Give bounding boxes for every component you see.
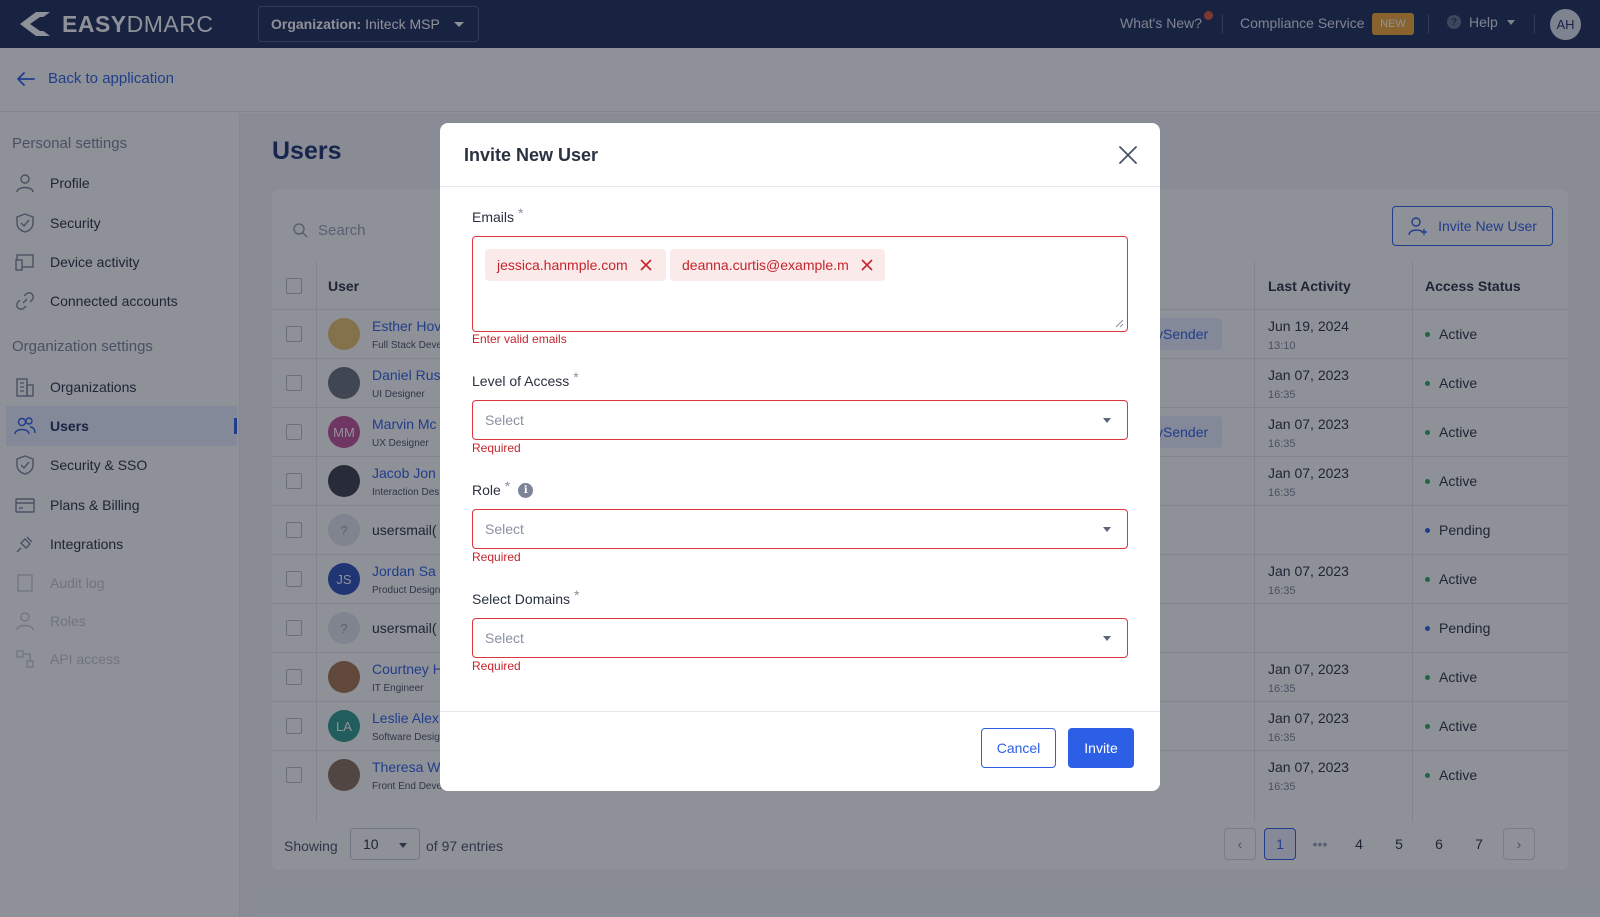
email-tag-text: deanna.curtis@example.m bbox=[682, 257, 849, 273]
select-placeholder: Select bbox=[485, 630, 524, 646]
invite-user-modal: Invite New User Emails * jessica.hanmple.… bbox=[440, 123, 1160, 791]
info-icon[interactable]: i bbox=[518, 482, 534, 498]
modal-title: Invite New User bbox=[464, 145, 599, 165]
select-domains-error: Required bbox=[472, 659, 521, 673]
modal-footer: Cancel Invite bbox=[440, 711, 1160, 791]
level-of-access-label: Level of Access * bbox=[472, 369, 579, 389]
emails-label: Emails * bbox=[472, 205, 524, 225]
select-domains-label: Select Domains * bbox=[472, 587, 580, 607]
required-mark: * bbox=[574, 587, 580, 603]
modal-header: Invite New User bbox=[440, 123, 1160, 187]
required-mark: * bbox=[504, 478, 511, 494]
email-tag: deanna.curtis@example.m bbox=[670, 249, 885, 281]
remove-tag-icon[interactable] bbox=[640, 259, 652, 271]
select-domains-select[interactable]: Select bbox=[472, 618, 1128, 658]
close-icon[interactable] bbox=[1116, 143, 1140, 167]
select-placeholder: Select bbox=[485, 412, 524, 428]
role-label: Role * i bbox=[472, 478, 534, 498]
remove-tag-icon[interactable] bbox=[861, 259, 873, 271]
select-placeholder: Select bbox=[485, 521, 524, 537]
role-select[interactable]: Select bbox=[472, 509, 1128, 549]
level-of-access-select[interactable]: Select bbox=[472, 400, 1128, 440]
chevron-down-icon bbox=[1103, 636, 1111, 641]
level-of-access-error: Required bbox=[472, 441, 521, 455]
required-mark: * bbox=[573, 369, 579, 385]
invite-button[interactable]: Invite bbox=[1068, 728, 1134, 768]
required-mark: * bbox=[518, 205, 524, 221]
emails-error: Enter valid emails bbox=[472, 332, 567, 346]
emails-field[interactable]: jessica.hanmple.com deanna.curtis@exampl… bbox=[472, 236, 1128, 332]
resize-handle-icon[interactable] bbox=[1114, 318, 1124, 328]
role-error: Required bbox=[472, 550, 521, 564]
email-tag: jessica.hanmple.com bbox=[485, 249, 666, 281]
email-tag-text: jessica.hanmple.com bbox=[497, 257, 628, 273]
chevron-down-icon bbox=[1103, 418, 1111, 423]
cancel-button[interactable]: Cancel bbox=[981, 728, 1056, 768]
chevron-down-icon bbox=[1103, 527, 1111, 532]
